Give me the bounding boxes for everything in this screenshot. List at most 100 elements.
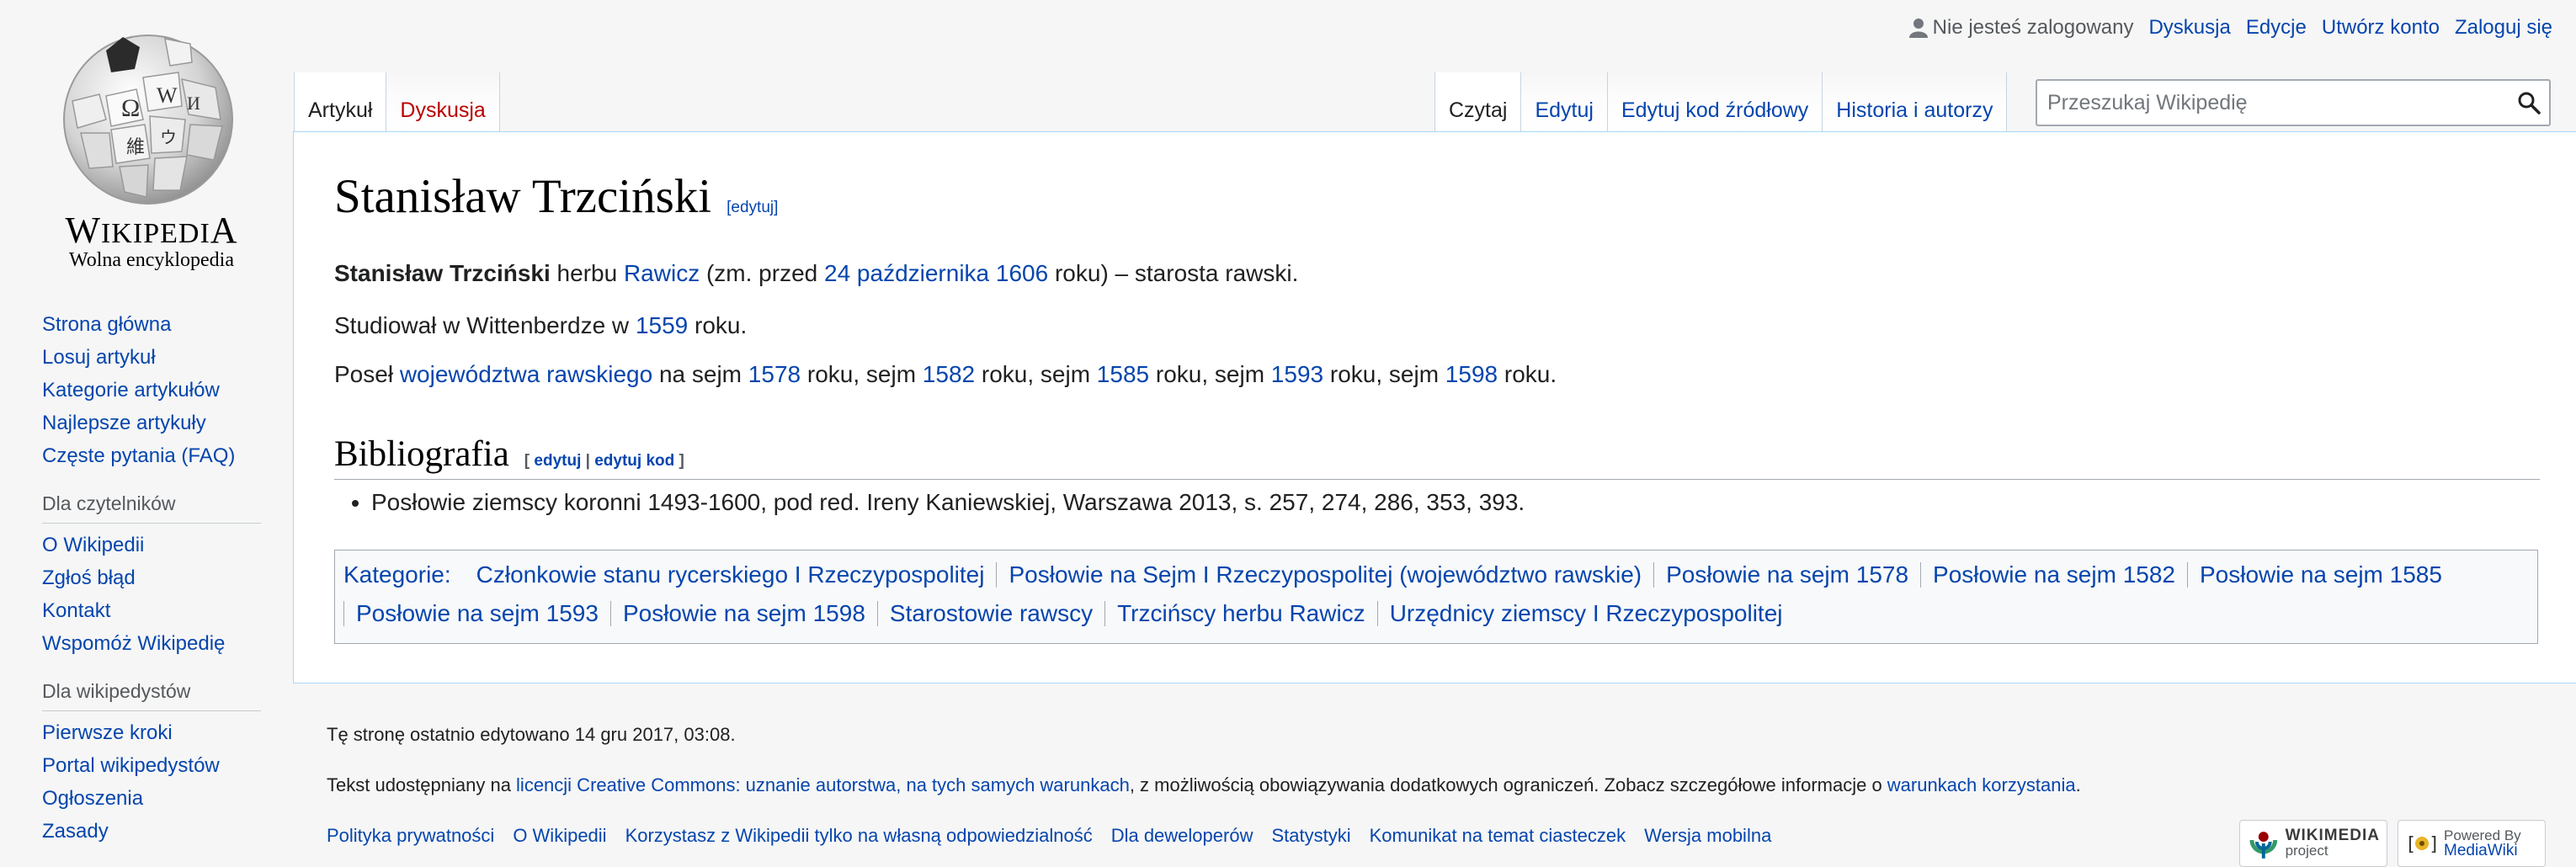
text-span: Poseł — [334, 361, 400, 387]
svg-text:Ω: Ω — [121, 94, 140, 122]
nav-item-donate[interactable]: Wspomóż Wikipedię — [42, 632, 225, 655]
section-edit-source-link[interactable]: edytuj kod — [594, 452, 674, 470]
portal-editors: Dla wikipedystów Pierwsze kroki Portal w… — [42, 672, 261, 848]
title-edit-link[interactable]: [edytuj] — [726, 199, 778, 216]
link-sejm-1593[interactable]: 1593 — [1271, 361, 1323, 387]
wikimedia-badge-text: WIKIMEDIA project — [2285, 827, 2380, 859]
category-link[interactable]: Trzcińscy herbu Rawicz — [1104, 601, 1377, 626]
nav-item-announcements[interactable]: Ogłoszenia — [42, 787, 143, 810]
svg-text:]: ] — [2429, 834, 2439, 855]
sidebar-navigation: Strona główna Losuj artykuł Kategorie ar… — [42, 308, 261, 848]
badge-line: WIKIMEDIA — [2285, 827, 2380, 844]
nav-item-faq[interactable]: Częste pytania (FAQ) — [42, 444, 235, 467]
text-span: roku, sejm — [801, 361, 923, 387]
footer-link-cookies[interactable]: Komunikat na temat ciasteczek — [1370, 825, 1626, 847]
tab-history[interactable]: Historia i autorzy — [1823, 72, 2008, 133]
link-rawicz[interactable]: Rawicz — [624, 260, 700, 286]
text-span: (zm. przed — [700, 260, 824, 286]
create-account-link[interactable]: Utwórz konto — [2322, 16, 2440, 40]
tab-discussion[interactable]: Dyskusja — [386, 72, 500, 133]
search-input[interactable] — [2037, 81, 2492, 125]
bibliography-item: Posłowie ziemscy koronni 1493-1600, pod … — [371, 487, 1525, 518]
section-edit-link[interactable]: edytuj — [534, 452, 581, 470]
category-row: Kategorie: Członkowie stanu rycerskiego … — [343, 556, 2529, 594]
badge-line: project — [2285, 843, 2329, 859]
category-link[interactable]: Posłowie na sejm 1582 — [1920, 562, 2187, 588]
category-link[interactable]: Posłowie na sejm 1585 — [2187, 562, 2454, 588]
text-span: Studiował w Wittenberdze w — [334, 312, 636, 338]
text-span: roku. — [1498, 361, 1557, 387]
category-link[interactable]: Starostowie rawscy — [876, 601, 1104, 626]
footer-link-developers[interactable]: Dla deweloperów — [1111, 825, 1253, 847]
nav-item-report-error[interactable]: Zgłoś błąd — [42, 566, 136, 589]
nav-item-policies[interactable]: Zasady — [42, 820, 109, 843]
category-link[interactable]: Urzędnicy ziemscy I Rzeczypospolitej — [1376, 601, 1795, 626]
svg-text:維: 維 — [126, 137, 145, 158]
footer-link-disclaimer[interactable]: Korzystasz z Wikipedii tylko na własną o… — [625, 825, 1093, 847]
terms-link[interactable]: warunkach korzystania — [1887, 774, 2076, 795]
category-link[interactable]: Posłowie na sejm 1578 — [1653, 562, 1920, 588]
footer-link-statistics[interactable]: Statystyki — [1271, 825, 1350, 847]
category-link[interactable]: Posłowie na sejm 1598 — [609, 601, 877, 626]
footer-link-privacy[interactable]: Polityka prywatności — [327, 825, 494, 847]
login-link[interactable]: Zaloguj się — [2455, 16, 2552, 40]
nav-item-main-page[interactable]: Strona główna — [42, 313, 171, 336]
category-link[interactable]: Członkowie stanu rycerskiego I Rzeczypos… — [465, 562, 997, 588]
tab-article[interactable]: Artykuł — [294, 72, 387, 133]
paragraph-intro: Stanisław Trzciński herbu Rawicz (zm. pr… — [334, 258, 1298, 289]
site-logo[interactable]: Ω W И 維 ウ WIKIPEDIA Wolna encyklopedia — [34, 17, 269, 271]
link-sejm-1578[interactable]: 1578 — [748, 361, 801, 387]
license-link[interactable]: licencji Creative Commons: uznanie autor… — [516, 774, 1130, 795]
footer-link-mobile[interactable]: Wersja mobilna — [1644, 825, 1771, 847]
footer-links: Polityka prywatności O Wikipedii Korzyst… — [327, 825, 1771, 847]
link-sejm-1598[interactable]: 1598 — [1445, 361, 1498, 387]
tab-read[interactable]: Czytaj — [1434, 72, 1522, 133]
last-modified: Tę stronę ostatnio edytowano 14 gru 2017… — [327, 724, 736, 745]
link-sejm-1582[interactable]: 1582 — [923, 361, 975, 387]
footer-link-about[interactable]: O Wikipedii — [513, 825, 606, 847]
link-year-1559[interactable]: 1559 — [636, 312, 688, 338]
badge-line: MediaWiki — [2444, 842, 2518, 859]
nav-item-random[interactable]: Losuj artykuł — [42, 346, 156, 369]
paragraph-study: Studiował w Wittenberdze w 1559 roku. — [334, 311, 747, 341]
nav-item-first-steps[interactable]: Pierwsze kroki — [42, 721, 173, 744]
nav-item-community-portal[interactable]: Portal wikipedystów — [42, 754, 220, 777]
tab-edit[interactable]: Edytuj — [1521, 72, 1608, 133]
categories-label-link[interactable]: Kategorie: — [343, 556, 465, 593]
mediawiki-badge[interactable]: [ ] Powered By MediaWiki — [2398, 820, 2546, 867]
link-sejm-1585[interactable]: 1585 — [1097, 361, 1149, 387]
svg-text:ウ: ウ — [160, 127, 177, 147]
text-span: roku. — [688, 312, 748, 338]
text-span: Tekst udostępniany na — [327, 774, 517, 795]
category-link[interactable]: Posłowie na sejm 1593 — [343, 601, 610, 626]
separator: | — [581, 452, 595, 470]
nav-item-featured[interactable]: Najlepsze artykuły — [42, 412, 206, 434]
text-span: roku, sejm — [975, 361, 1097, 387]
text-span: herbu — [550, 260, 624, 286]
wordmark-letter: I — [132, 218, 144, 249]
mediawiki-badge-text: Powered By MediaWiki — [2444, 828, 2521, 859]
svg-text:[: [ — [2405, 834, 2416, 855]
wordmark-letter: E — [160, 218, 178, 249]
view-tabs: Czytaj Edytuj Edytuj kod źródłowy Histor… — [1434, 72, 2008, 133]
wordmark-letter: D — [178, 218, 200, 249]
link-year-1606[interactable]: 1606 — [996, 260, 1048, 286]
nav-item-about[interactable]: O Wikipedii — [42, 534, 144, 556]
search-icon[interactable] — [2517, 91, 2541, 114]
link-voivodeship[interactable]: województwa rawskiego — [400, 361, 652, 387]
wikimedia-badge[interactable]: WIKIMEDIA project — [2239, 820, 2387, 867]
link-date[interactable]: 24 października — [824, 260, 989, 286]
text-span: , z możliwością obowiązywania dodatkowyc… — [1129, 774, 1887, 795]
tab-edit-source[interactable]: Edytuj kod źródłowy — [1607, 72, 1823, 133]
nav-item-categories[interactable]: Kategorie artykułów — [42, 379, 220, 402]
svg-text:И: И — [187, 93, 200, 114]
logo-tagline: Wolna encyklopedia — [69, 249, 234, 271]
personal-tools: Nie jesteś zalogowany Dyskusja Edycje Ut… — [1908, 13, 2552, 42]
nav-item-contact[interactable]: Kontakt — [42, 599, 110, 622]
user-talk-link[interactable]: Dyskusja — [2148, 16, 2230, 40]
subject-bold: Stanisław Trzciński — [334, 260, 551, 286]
category-link[interactable]: Posłowie na Sejm I Rzeczypospolitej (woj… — [996, 562, 1653, 588]
page-title: Stanisław Trzciński [edytuj] — [334, 169, 778, 224]
user-contribs-link[interactable]: Edycje — [2246, 16, 2307, 40]
wordmark-letter: I — [200, 218, 210, 249]
